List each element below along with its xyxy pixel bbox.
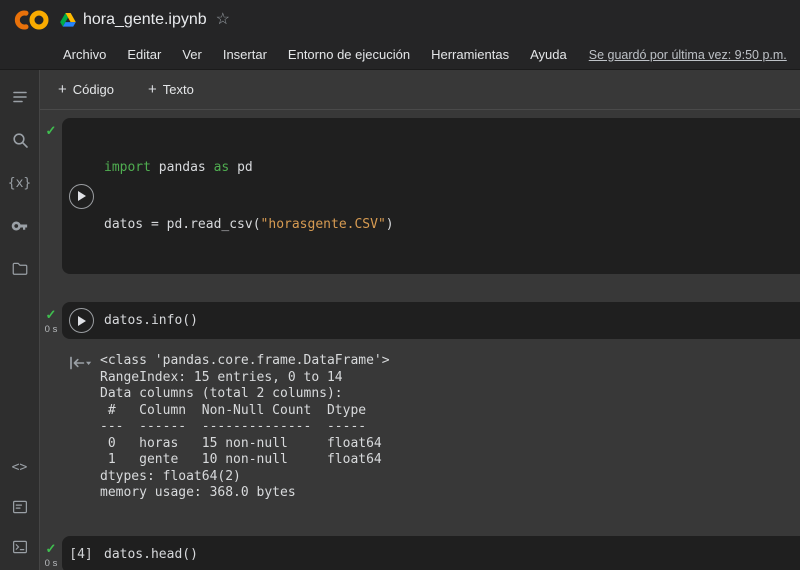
output-gutter xyxy=(40,353,62,502)
code-token: pandas xyxy=(151,160,214,175)
menu-bar: Archivo Editar Ver Insertar Entorno de e… xyxy=(0,40,800,69)
run-cell-1-button[interactable] xyxy=(69,184,94,209)
menu-ayuda[interactable]: Ayuda xyxy=(523,44,574,65)
header: hora_gente.ipynb ☆ Archivo Editar Ver In… xyxy=(0,0,800,70)
command-palette-icon[interactable] xyxy=(7,494,33,520)
search-icon[interactable] xyxy=(7,127,33,153)
plus-icon: + xyxy=(148,82,157,97)
code-cell-1-block: ✓ import pandas as pd datos = pd.read_cs… xyxy=(40,118,800,274)
cell-output-text: <class 'pandas.core.frame.DataFrame'> Ra… xyxy=(100,353,390,502)
star-icon[interactable]: ☆ xyxy=(216,12,230,28)
cell-toolbar: + Código + Texto xyxy=(40,70,800,110)
code-line: datos = pd.read_csv("horasgente.CSV") xyxy=(104,215,792,234)
code-token: ) xyxy=(386,217,394,232)
cell-2-controls xyxy=(62,308,100,333)
plus-icon: + xyxy=(58,82,67,97)
output-controls xyxy=(62,353,100,502)
play-icon xyxy=(78,191,86,201)
cell-2-output: <class 'pandas.core.frame.DataFrame'> Ra… xyxy=(40,353,800,502)
table-of-contents-icon[interactable] xyxy=(7,84,33,110)
files-folder-icon[interactable] xyxy=(7,256,33,282)
menu-entorno-ejecucion[interactable]: Entorno de ejecución xyxy=(281,44,417,65)
string-token: "horasgente.CSV" xyxy=(261,217,386,232)
drive-icon xyxy=(60,13,76,27)
menu-editar[interactable]: Editar xyxy=(120,44,168,65)
cell-exec-time: 0 s xyxy=(45,558,58,569)
cell-3-gutter: ✓ 0 s xyxy=(40,536,62,570)
code-cell-2-block: ✓ 0 s datos.info() xyxy=(40,302,800,339)
cell-3-controls: [4] xyxy=(62,547,100,562)
play-icon xyxy=(78,316,86,326)
secrets-key-icon[interactable] xyxy=(7,213,33,239)
terminal-icon[interactable] xyxy=(7,534,33,560)
code-snippets-icon[interactable]: <> xyxy=(7,454,33,480)
cell-success-check-icon: ✓ xyxy=(46,124,57,138)
code-token: pd xyxy=(229,160,252,175)
execution-count-badge[interactable]: [4] xyxy=(69,547,92,562)
add-code-button[interactable]: + Código xyxy=(50,77,122,102)
colab-window: hora_gente.ipynb ☆ Archivo Editar Ver In… xyxy=(0,0,800,570)
cell-exec-time: 0 s xyxy=(45,324,58,335)
code-editor-3[interactable]: datos.head() xyxy=(100,543,800,566)
code-cell-2: datos.info() xyxy=(62,302,800,339)
title-row: hora_gente.ipynb ☆ xyxy=(0,0,800,40)
cell-success-check-icon: ✓ xyxy=(46,542,57,556)
add-text-label: Texto xyxy=(163,82,194,97)
keyword-token: import xyxy=(104,160,151,175)
output-actions-icon[interactable] xyxy=(69,356,92,370)
cell-2-gutter: ✓ 0 s xyxy=(40,302,62,339)
add-code-label: Código xyxy=(73,82,114,97)
menu-insertar[interactable]: Insertar xyxy=(216,44,274,65)
code-line: import pandas as pd xyxy=(104,158,792,177)
content-row: {x} <> + Código xyxy=(0,70,800,570)
menu-herramientas[interactable]: Herramientas xyxy=(424,44,516,65)
run-cell-2-button[interactable] xyxy=(69,308,94,333)
notebook-title[interactable]: hora_gente.ipynb xyxy=(83,11,207,29)
menu-ver[interactable]: Ver xyxy=(175,44,209,65)
code-editor-2[interactable]: datos.info() xyxy=(100,309,800,332)
cell-1-controls xyxy=(62,184,100,209)
code-token: datos.info() xyxy=(104,313,198,328)
code-cell-3-block: ✓ 0 s [4] datos.head() xyxy=(40,536,800,570)
menu-archivo[interactable]: Archivo xyxy=(56,44,113,65)
save-status-link[interactable]: Se guardó por última vez: 9:50 p.m. xyxy=(589,48,787,62)
code-cell-1: import pandas as pd datos = pd.read_csv(… xyxy=(62,118,800,274)
code-token: datos.head() xyxy=(104,547,198,562)
cell-success-check-icon: ✓ xyxy=(46,308,57,322)
notebook-area: ✓ import pandas as pd datos = pd.read_cs… xyxy=(40,110,800,570)
left-sidebar: {x} <> xyxy=(0,70,40,570)
cell-1-gutter: ✓ xyxy=(40,118,62,274)
variables-icon[interactable]: {x} xyxy=(7,170,33,196)
keyword-token: as xyxy=(214,160,230,175)
code-token: datos = pd.read_csv( xyxy=(104,217,261,232)
colab-logo-icon[interactable] xyxy=(12,8,52,32)
code-editor-1[interactable]: import pandas as pd datos = pd.read_csv(… xyxy=(100,118,800,274)
code-cell-3: [4] datos.head() xyxy=(62,536,800,570)
add-text-button[interactable]: + Texto xyxy=(140,77,202,102)
main-area: + Código + Texto ✓ xyxy=(40,70,800,570)
